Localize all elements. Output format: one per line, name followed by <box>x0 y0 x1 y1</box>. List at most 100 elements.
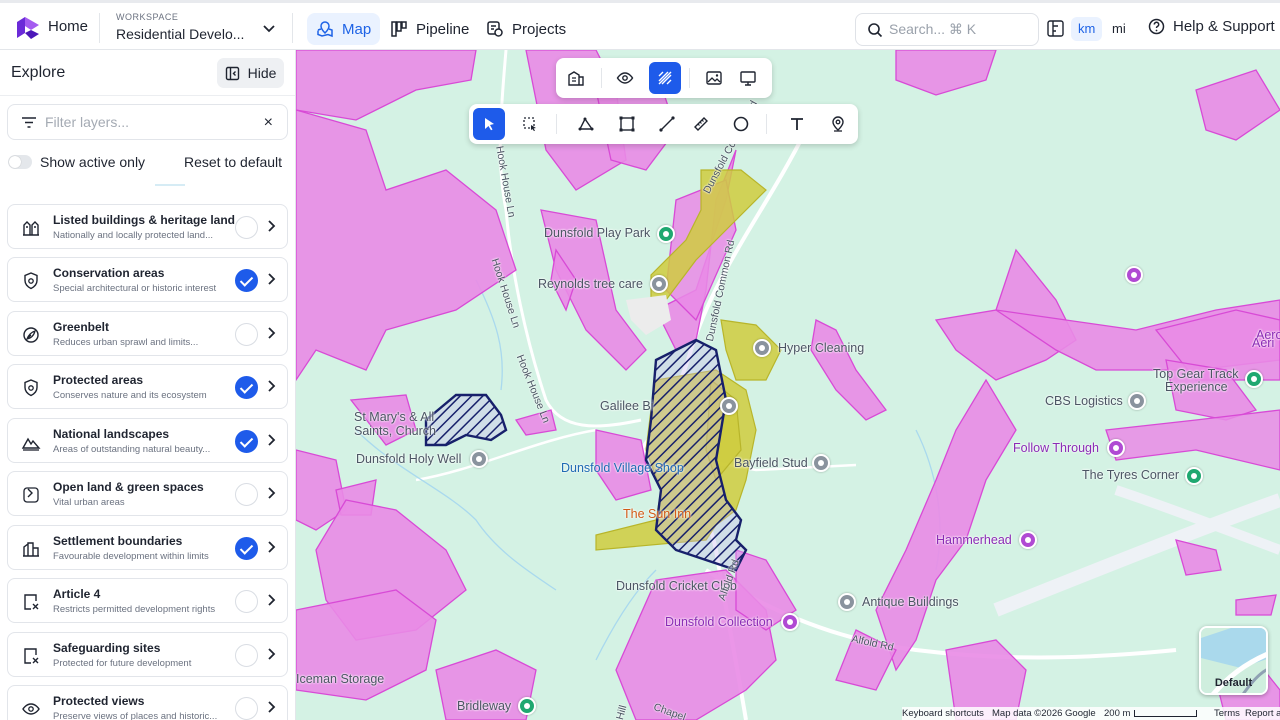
layer-row-national-landscapes[interactable]: National landscapes Areas of outstanding… <box>7 418 288 463</box>
chevron-right-icon[interactable] <box>265 700 277 714</box>
place-label: Follow Through <box>1013 441 1099 455</box>
layer-row-settlement[interactable]: Settlement boundaries Favourable develop… <box>7 525 288 570</box>
layer-row-open-land[interactable]: Open land & green spaces Vital urban are… <box>7 471 288 516</box>
layers-icon[interactable] <box>560 62 592 94</box>
nav-map[interactable]: Map <box>307 13 381 45</box>
chevron-right-icon[interactable] <box>265 379 277 393</box>
place-pin[interactable] <box>1128 392 1146 410</box>
layer-checkbox[interactable] <box>235 269 258 292</box>
place-pin[interactable] <box>650 275 668 293</box>
search-input[interactable] <box>889 21 1029 37</box>
layer-row-article-4[interactable]: Article 4 Restricts permitted developmen… <box>7 578 288 623</box>
hide-sidebar-button[interactable]: Hide <box>217 58 284 88</box>
chevron-right-icon[interactable] <box>265 433 277 447</box>
basemap-switcher[interactable]: Default <box>1199 626 1268 695</box>
place-pin[interactable] <box>1185 467 1203 485</box>
eye-icon[interactable] <box>609 62 641 94</box>
text-icon[interactable] <box>781 108 813 140</box>
layer-checkbox[interactable] <box>235 323 258 346</box>
layer-checkbox[interactable] <box>235 376 258 399</box>
layer-row-safeguarding[interactable]: Safeguarding sites Protected for future … <box>7 632 288 677</box>
place-pin[interactable] <box>1245 370 1263 388</box>
unit-km-toggle[interactable]: km <box>1071 17 1103 41</box>
place-pin[interactable] <box>812 454 830 472</box>
map-canvas[interactable]: Dunsfold Play Park Reynolds tree care Hy… <box>296 50 1280 720</box>
place-pin[interactable] <box>753 339 771 357</box>
keyboard-shortcuts-link[interactable]: Keyboard shortcuts <box>902 708 984 719</box>
place-pin[interactable] <box>470 450 488 468</box>
chevron-right-icon[interactable] <box>265 219 277 233</box>
layer-row-protected-views[interactable]: Protected views Preserve views of places… <box>7 685 288 720</box>
map-attribution: Keyboard shortcuts Map data ©2026 Google… <box>902 707 1280 720</box>
layer-checkbox[interactable] <box>235 644 258 667</box>
place-pin[interactable] <box>1019 531 1037 549</box>
layer-row-greenbelt[interactable]: Greenbelt Reduces urban sprawl and limit… <box>7 311 288 356</box>
app-logo[interactable] <box>14 14 42 42</box>
layer-desc: Conserves nature and its ecosystem <box>53 390 207 401</box>
image-icon[interactable] <box>698 62 730 94</box>
filter-input[interactable] <box>45 114 245 130</box>
place-label: CBS Logistics <box>1045 394 1123 408</box>
place-pin[interactable] <box>1107 439 1125 457</box>
ruler-icon[interactable] <box>685 108 717 140</box>
layer-checkbox[interactable] <box>235 697 258 720</box>
layer-checkbox[interactable] <box>235 430 258 453</box>
chevron-right-icon[interactable] <box>265 593 277 607</box>
nav-pipeline[interactable]: Pipeline <box>381 13 478 45</box>
layer-row-conservation[interactable]: Conservation areas Special architectural… <box>7 257 288 302</box>
rectangle-icon[interactable] <box>611 108 643 140</box>
draw-mode-icon[interactable] <box>649 62 681 94</box>
layer-checkbox[interactable] <box>235 216 258 239</box>
sidebar-title: Explore <box>11 64 66 81</box>
chevron-right-icon[interactable] <box>265 326 277 340</box>
nav-projects[interactable]: Projects <box>477 13 575 45</box>
pipeline-icon <box>391 21 407 37</box>
place-label: Reynolds tree care <box>538 277 643 291</box>
layer-desc: Favourable development within limits <box>53 551 209 562</box>
chevron-right-icon[interactable] <box>265 272 277 286</box>
layer-checkbox[interactable] <box>235 483 258 506</box>
chevron-right-icon[interactable] <box>265 486 277 500</box>
park-pin[interactable] <box>657 225 675 243</box>
layer-name: Greenbelt <box>53 320 110 334</box>
report-link[interactable]: Report a <box>1245 708 1280 719</box>
nav-projects-label: Projects <box>512 20 567 38</box>
show-active-toggle[interactable] <box>8 155 32 169</box>
workspace-name[interactable]: Residential Develo... <box>116 26 244 42</box>
polyline-icon[interactable] <box>570 108 602 140</box>
layer-desc: Special architectural or historic intere… <box>53 283 217 294</box>
chevron-right-icon[interactable] <box>265 540 277 554</box>
nav-map-label: Map <box>342 20 372 38</box>
circle-icon[interactable] <box>725 108 757 140</box>
pin-icon[interactable] <box>822 108 854 140</box>
layer-row-protected-areas[interactable]: Protected areas Conserves nature and its… <box>7 364 288 409</box>
chevron-down-icon[interactable] <box>262 21 276 35</box>
heritage-icon <box>19 216 43 240</box>
layer-checkbox[interactable] <box>235 537 258 560</box>
place-pin[interactable] <box>720 397 738 415</box>
clear-icon[interactable]: × <box>264 114 273 132</box>
help-support-link[interactable]: Help & Support <box>1148 18 1275 35</box>
chevron-right-icon[interactable] <box>265 647 277 661</box>
top-bar: Home WORKSPACE Residential Develo... Map… <box>0 0 1280 50</box>
place-pin[interactable] <box>781 613 799 631</box>
reset-default-link[interactable]: Reset to default <box>184 154 282 170</box>
help-icon <box>1148 18 1165 35</box>
search-box[interactable] <box>855 13 1039 46</box>
line-icon[interactable] <box>651 108 683 140</box>
unit-mi-toggle[interactable]: mi <box>1105 17 1133 41</box>
layer-row-heritage[interactable]: Listed buildings & heritage land Nationa… <box>7 204 288 249</box>
place-pin[interactable] <box>838 593 856 611</box>
filter-box[interactable]: × <box>7 104 288 140</box>
layer-name: Open land & green spaces <box>53 480 204 494</box>
monitor-icon[interactable] <box>732 62 764 94</box>
pointer-icon[interactable] <box>473 108 505 140</box>
place-label: The Sun Inn <box>623 507 692 521</box>
home-link[interactable]: Home <box>48 18 88 35</box>
select-area-icon[interactable] <box>514 108 546 140</box>
place-pin[interactable] <box>518 697 536 715</box>
place-pin[interactable] <box>1125 266 1143 284</box>
terms-link[interactable]: Terms <box>1214 708 1240 719</box>
layer-checkbox[interactable] <box>235 590 258 613</box>
filter-icon <box>22 117 36 128</box>
